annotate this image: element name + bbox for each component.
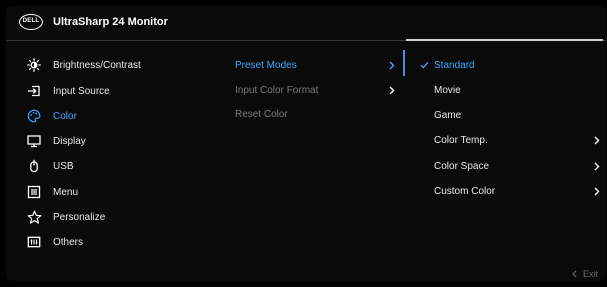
option-label: Color Space: [434, 160, 490, 172]
submenu-item-label: Input Color Format: [235, 84, 319, 96]
menu-item-personalize[interactable]: Personalize: [6, 205, 226, 229]
option-movie[interactable]: Movie: [410, 78, 604, 102]
submenu-item-input-color-format[interactable]: Input Color Format: [235, 78, 403, 102]
submenu-item-reset-color[interactable]: Reset Color: [235, 102, 403, 126]
chevron-right-icon: [389, 78, 395, 102]
osd-window: DELL UltraSharp 24 Monitor Brightness/Co…: [6, 6, 606, 281]
option-label: Movie: [434, 84, 461, 96]
option-label: Standard: [434, 59, 475, 71]
menu-item-label: Color: [53, 110, 77, 122]
chevron-right-icon: [594, 154, 600, 178]
exit-button[interactable]: Exit: [572, 269, 598, 279]
menu-item-input-source[interactable]: Input Source: [6, 79, 226, 103]
chevron-right-icon: [594, 179, 600, 203]
submenu-item-label: Reset Color: [235, 108, 288, 120]
menu-item-usb[interactable]: USB: [6, 154, 226, 178]
option-color-temp[interactable]: Color Temp.: [410, 128, 604, 152]
menu-item-label: Others: [53, 236, 84, 248]
chevron-left-icon: [572, 270, 577, 278]
menu-item-label: Input Source: [53, 85, 110, 97]
others-icon: [26, 234, 42, 250]
menu-item-display[interactable]: Display: [6, 129, 226, 153]
brightness-icon: [26, 57, 42, 73]
color-palette-icon: [26, 108, 42, 124]
menu-item-label: Personalize: [53, 211, 106, 223]
checkmark-icon: [420, 53, 429, 77]
exit-label: Exit: [583, 269, 599, 279]
menu-item-others[interactable]: Others: [6, 230, 226, 254]
usb-icon: [26, 158, 42, 174]
title-accent-line: [406, 39, 603, 41]
menu-item-label: USB: [53, 160, 74, 172]
submenu-item-preset-modes[interactable]: Preset Modes: [235, 53, 403, 77]
menu-item-color[interactable]: Color: [6, 104, 226, 128]
input-source-icon: [26, 83, 42, 99]
menu-icon: [26, 184, 42, 200]
option-label: Custom Color: [434, 185, 496, 197]
star-icon: [26, 209, 42, 225]
selection-indicator: [403, 50, 405, 76]
option-custom-color[interactable]: Custom Color: [410, 179, 604, 203]
menu-item-label: Menu: [53, 186, 79, 198]
display-icon: [26, 133, 42, 149]
option-game[interactable]: Game: [410, 103, 604, 127]
menu-item-label: Display: [53, 135, 86, 147]
option-label: Color Temp.: [434, 134, 488, 146]
title-bar: DELL UltraSharp 24 Monitor: [6, 6, 606, 40]
menu-item-menu[interactable]: Menu: [6, 180, 226, 204]
option-color-space[interactable]: Color Space: [410, 154, 604, 178]
chevron-right-icon: [389, 53, 395, 77]
monitor-model-title: UltraSharp 24 Monitor: [53, 16, 168, 28]
submenu-item-label: Preset Modes: [235, 59, 297, 71]
option-standard[interactable]: Standard: [410, 53, 604, 77]
chevron-right-icon: [594, 128, 600, 152]
menu-item-brightness-contrast[interactable]: Brightness/Contrast: [6, 53, 226, 77]
menu-item-label: Brightness/Contrast: [53, 59, 141, 71]
option-label: Game: [434, 109, 462, 121]
dell-logo: DELL: [19, 14, 43, 30]
